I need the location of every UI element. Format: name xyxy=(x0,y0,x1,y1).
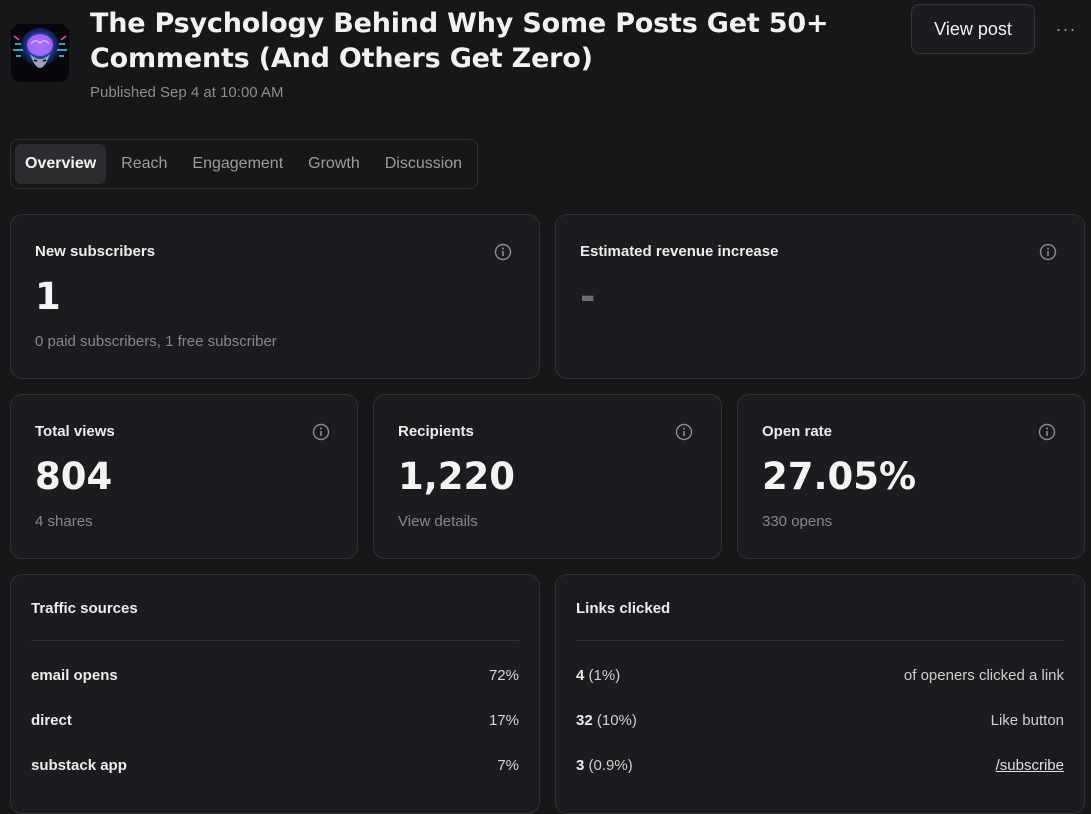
links-clicked-card: Links clicked 4 (1%) of openers clicked … xyxy=(555,574,1085,814)
link-count: 3 (0.9%) xyxy=(576,757,633,774)
traffic-source-name: substack app xyxy=(31,756,127,774)
metric-value: - xyxy=(580,275,596,318)
traffic-row: email opens 72% xyxy=(31,664,519,686)
tab-discussion[interactable]: Discussion xyxy=(375,144,472,184)
traffic-sources-card: Traffic sources email opens 72% direct 1… xyxy=(10,574,540,814)
info-icon[interactable] xyxy=(494,243,512,261)
subscribe-link[interactable]: /subscribe xyxy=(996,757,1064,774)
new-subscribers-card: New subscribers 1 0 paid subscribers, 1 … xyxy=(10,214,540,379)
link-count-percent: (10%) xyxy=(596,711,637,729)
metric-subtext: 0 paid subscribers, 1 free subscriber xyxy=(35,333,277,350)
metric-value: 1 xyxy=(35,275,61,318)
link-count-percent: (0.9%) xyxy=(588,756,633,774)
traffic-row: substack app 7% xyxy=(31,754,519,776)
more-options-icon[interactable]: ··· xyxy=(1051,18,1081,40)
link-target: Like button xyxy=(990,711,1064,729)
revenue-card: Estimated revenue increase - xyxy=(555,214,1085,379)
link-count: 4 (1%) xyxy=(576,667,620,684)
post-title: The Psychology Behind Why Some Posts Get… xyxy=(90,8,829,74)
traffic-source-percent: 7% xyxy=(497,756,519,774)
brain-avatar-icon xyxy=(11,24,69,82)
divider xyxy=(31,640,519,641)
link-count-value: 32 xyxy=(576,711,593,729)
link-row: 4 (1%) of openers clicked a link xyxy=(576,664,1064,686)
card-label: New subscribers xyxy=(35,243,156,260)
info-icon[interactable] xyxy=(1039,243,1057,261)
published-date: Published Sep 4 at 10:00 AM xyxy=(90,84,284,101)
card-heading: Traffic sources xyxy=(31,600,138,617)
tab-growth[interactable]: Growth xyxy=(298,144,370,184)
recipients-card: Recipients 1,220 View details xyxy=(373,394,722,559)
tab-engagement[interactable]: Engagement xyxy=(182,144,293,184)
metric-subtext: 4 shares xyxy=(35,513,93,530)
link-target: of openers clicked a link xyxy=(903,666,1064,684)
tab-overview[interactable]: Overview xyxy=(15,144,107,184)
link-row: 32 (10%) Like button xyxy=(576,709,1064,731)
metric-value: 27.05% xyxy=(762,455,917,498)
metric-subtext: 330 opens xyxy=(762,513,833,530)
card-label: Estimated revenue increase xyxy=(580,243,779,260)
info-icon[interactable] xyxy=(1038,423,1056,441)
open-rate-card: Open rate 27.05% 330 opens xyxy=(737,394,1085,559)
view-post-button[interactable]: View post xyxy=(911,4,1035,54)
view-details-link[interactable]: View details xyxy=(398,513,478,530)
card-heading: Links clicked xyxy=(576,600,671,617)
card-label: Recipients xyxy=(398,423,474,440)
info-icon[interactable] xyxy=(675,423,693,441)
traffic-source-percent: 17% xyxy=(488,711,519,729)
link-count-percent: (1%) xyxy=(588,666,621,684)
info-icon[interactable] xyxy=(312,423,330,441)
traffic-source-name: email opens xyxy=(31,666,118,684)
link-count-value: 3 xyxy=(576,756,585,774)
metric-value: 1,220 xyxy=(398,455,516,498)
total-views-card: Total views 804 4 shares xyxy=(10,394,358,559)
traffic-source-name: direct xyxy=(31,711,72,729)
card-label: Open rate xyxy=(762,423,833,440)
link-count-value: 4 xyxy=(576,666,585,684)
traffic-row: direct 17% xyxy=(31,709,519,731)
link-count: 32 (10%) xyxy=(576,712,637,729)
traffic-source-percent: 72% xyxy=(488,666,519,684)
card-label: Total views xyxy=(35,423,115,440)
divider xyxy=(576,640,1064,641)
analytics-tabs: Overview Reach Engagement Growth Discuss… xyxy=(10,139,478,189)
link-row: 3 (0.9%) /subscribe xyxy=(576,754,1064,776)
tab-reach[interactable]: Reach xyxy=(111,144,177,184)
publication-avatar[interactable] xyxy=(11,24,69,82)
metric-value: 804 xyxy=(35,455,113,498)
